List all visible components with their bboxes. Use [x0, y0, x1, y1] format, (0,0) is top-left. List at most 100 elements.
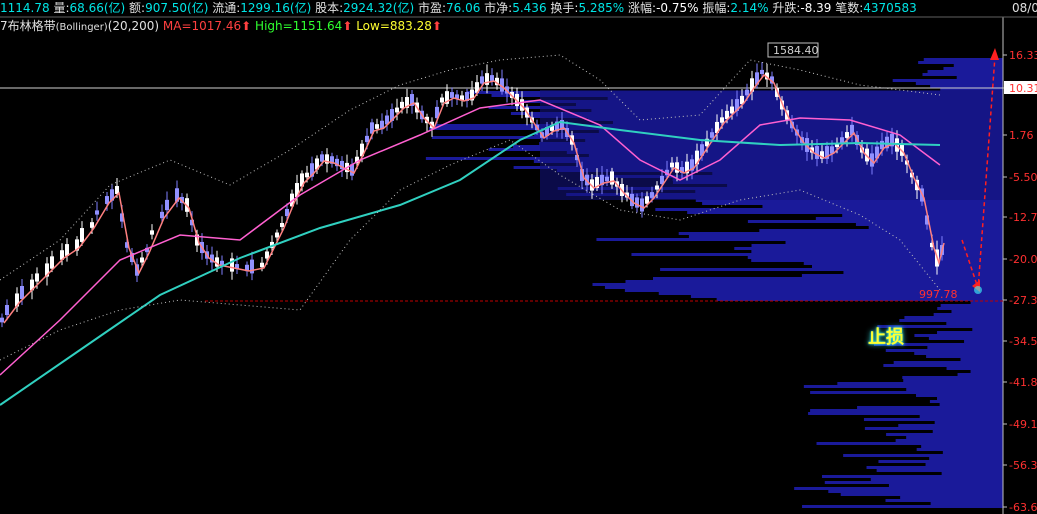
volume-profile-bar: [914, 352, 1003, 355]
volume-profile-bar: [964, 340, 1003, 343]
volume-profile-bar: [843, 454, 1003, 457]
arrow-glow: [974, 286, 982, 294]
volume-profile-bar: [885, 349, 1003, 352]
volume-profile-bar: [828, 490, 1003, 493]
volume-profile-bar: [929, 400, 1003, 403]
y-axis-tick-label: -34.58: [1009, 335, 1037, 348]
candle-body: [65, 244, 69, 256]
volume-profile-bar: [751, 244, 1003, 247]
candle-body: [165, 199, 169, 211]
volume-profile-bar: [762, 205, 1003, 208]
volume-profile-bar: [883, 364, 1003, 367]
y-axis-tick-label: -63.66: [1009, 501, 1037, 514]
volume-profile-bar: [878, 460, 1003, 463]
volume-profile-bar: [815, 217, 1003, 220]
candle-body: [90, 222, 94, 228]
target-arrow-up-head: [990, 48, 999, 60]
volume-profile-bar: [970, 370, 1003, 373]
volume-profile-bar: [876, 469, 1003, 472]
candle-body: [0, 317, 4, 323]
volume-profile-bar: [863, 418, 1003, 421]
candle-body: [450, 92, 454, 98]
candle-body: [610, 171, 614, 185]
y-axis-tick-label: 1.76: [1009, 129, 1034, 142]
stop-loss-annotation: 止损: [868, 327, 904, 348]
candle-body: [640, 198, 644, 212]
volume-profile-bar: [893, 361, 1003, 364]
min-price-label: 997.78: [919, 288, 958, 301]
volume-profile-bar: [747, 220, 1003, 223]
volume-profile-bar: [927, 346, 1003, 349]
max-price-label: 1584.40: [773, 44, 819, 57]
candle-body: [655, 185, 659, 190]
candle-body: [285, 208, 289, 217]
volume-profile-bar: [898, 424, 1003, 427]
volume-profile-bar: [937, 397, 1003, 400]
candle-body: [305, 172, 309, 178]
volume-profile-bar: [951, 310, 1003, 313]
candle-body: [160, 211, 164, 219]
volume-profile-bar: [885, 499, 1003, 502]
volume-profile-bar: [934, 421, 1003, 424]
volume-profile-bar: [972, 328, 1003, 331]
volume-profile-bar: [956, 76, 1003, 79]
volume-profile-bar: [953, 64, 1003, 67]
volume-profile-bar: [678, 232, 1003, 235]
y-axis-tick-label: -41.85: [1009, 376, 1037, 389]
volume-profile-bar: [926, 355, 1003, 358]
volume-profile-bar: [942, 451, 1003, 454]
volume-profile-bar: [904, 316, 1003, 319]
volume-profile-bar: [906, 436, 1003, 439]
volume-profile-bar: [937, 307, 1003, 310]
volume-profile-bar: [916, 394, 1003, 397]
volume-profile-bar: [810, 391, 1003, 394]
candle-body: [675, 162, 679, 173]
volume-profile-bar: [946, 367, 1003, 370]
volume-profile-bar: [940, 304, 1003, 307]
volume-profile-bar: [946, 322, 1003, 325]
y-axis-tick-label: -12.77: [1009, 211, 1037, 224]
candle-body: [400, 101, 404, 109]
candle-body: [490, 75, 494, 81]
volume-profile-bar: [660, 268, 1003, 271]
volume-profile-bar: [919, 415, 1003, 418]
volume-profile-bar: [759, 229, 1003, 232]
volume-profile-bar: [808, 412, 1003, 415]
volume-profile-bar: [922, 73, 1003, 76]
volume-profile-bar: [803, 262, 1003, 265]
volume-profile-bar: [794, 487, 1003, 490]
candle-body: [5, 304, 9, 316]
volume-profile-bar: [803, 385, 1003, 388]
volume-profile-bar: [932, 430, 1003, 433]
volume-profile-bar: [943, 67, 1003, 70]
candle-body: [760, 69, 764, 75]
volume-profile-bar: [688, 235, 1003, 238]
volume-profile-bar: [937, 331, 1003, 334]
y-axis-tick-label: -27.31: [1009, 294, 1037, 307]
y-axis-tick-label: -49.12: [1009, 418, 1037, 431]
volume-profile-bar: [906, 388, 1003, 391]
volume-profile-bar: [886, 433, 1003, 436]
candle-body: [275, 232, 279, 238]
volume-profile-bar: [840, 493, 1003, 496]
volume-profile-bar: [837, 382, 1003, 385]
price-chart[interactable]: 16.33 1.76 -5.50 -12.77 -20.04 -27.31 -34.58 -4…: [0, 0, 1037, 514]
volume-profile-bar: [631, 253, 1003, 256]
volume-profile-bar: [592, 283, 1003, 286]
y-axis-tick-label: -5.50: [1009, 171, 1037, 184]
candle-body: [635, 197, 639, 208]
candle-body: [150, 230, 154, 235]
volume-profile-bar: [933, 313, 1003, 316]
volume-profile-bar: [687, 211, 1003, 214]
volume-profile-bar: [655, 208, 1003, 211]
volume-profile-bar: [892, 79, 1003, 82]
volume-profile-bar: [903, 379, 1003, 382]
candle-body: [840, 137, 844, 143]
volume-profile-bar: [751, 259, 1003, 262]
volume-profile-bar: [625, 280, 1003, 283]
volume-profile-bar: [902, 376, 1003, 379]
volume-profile-bar: [916, 448, 1003, 451]
candle-body: [95, 210, 99, 215]
candle-body: [20, 286, 24, 299]
candle-body: [440, 97, 444, 103]
